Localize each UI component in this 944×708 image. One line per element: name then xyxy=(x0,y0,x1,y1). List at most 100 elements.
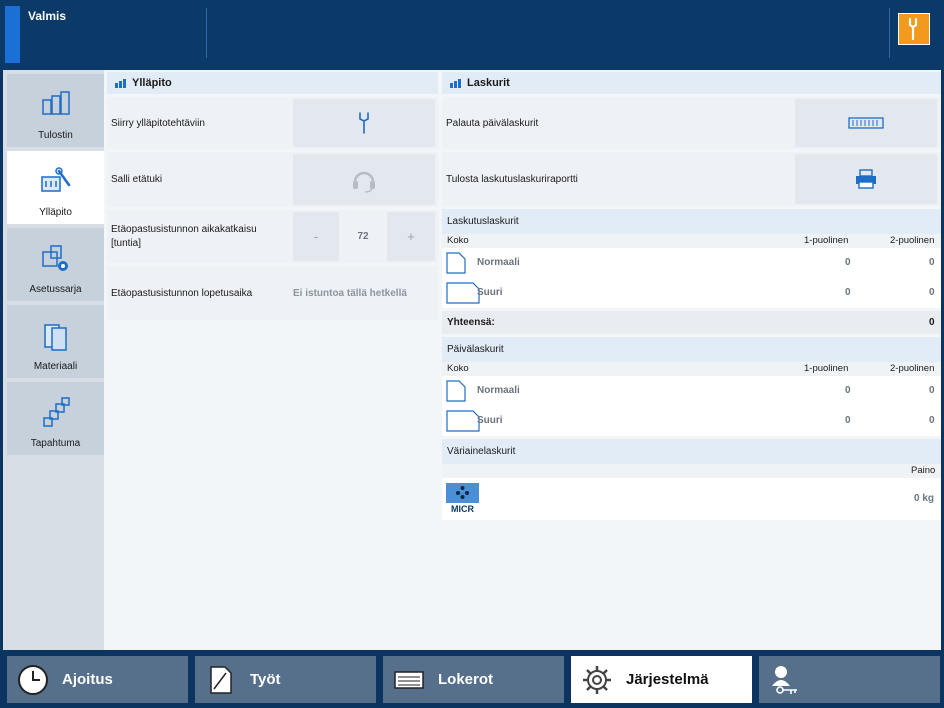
total-label: Yhteensä: xyxy=(447,317,495,328)
timeout-row: Etäopastusistunnon aikakatkaisu [tuntia]… xyxy=(107,210,438,263)
table-row: Normaali 0 0 xyxy=(442,376,941,406)
table-row: Suuri 0 0 xyxy=(442,406,941,436)
duplex-value: 0 xyxy=(929,385,935,396)
reset-daily-button[interactable] xyxy=(795,99,937,147)
remote-support-row: Salli etätuki xyxy=(107,152,438,207)
nav-label: Ylläpito xyxy=(39,207,72,218)
col-duplex: 2-puolinen xyxy=(890,235,935,246)
left-nav: Tulostin Ylläpito Asetussarja Materiaali… xyxy=(3,70,104,650)
gear-icon xyxy=(580,663,614,697)
size-name: Suuri xyxy=(477,415,503,426)
reset-daily-label: Palauta päivälaskurit xyxy=(446,117,539,129)
tab-label: Järjestelmä xyxy=(626,671,709,688)
panel-title: Laskurit xyxy=(467,77,510,89)
status-text: Valmis xyxy=(28,9,67,23)
goto-maintenance-label: Siirry ylläpitotehtäviin xyxy=(111,117,205,129)
simplex-value: 0 xyxy=(845,385,851,396)
main-area: Tulostin Ylläpito Asetussarja Materiaali… xyxy=(3,70,941,650)
total-value: 0 xyxy=(929,317,935,328)
col-size: Koko xyxy=(447,363,469,374)
panel-title: Ylläpito xyxy=(132,77,172,89)
end-time-label: Etäopastusistunnon lopetusaika xyxy=(111,287,253,299)
page-landscape-icon xyxy=(446,282,480,304)
panel-header: Laskurit xyxy=(442,72,941,94)
tab-user[interactable] xyxy=(759,656,940,703)
toner-weight-value: 0 kg xyxy=(914,493,935,504)
total-row: Yhteensä: 0 xyxy=(442,311,941,334)
nav-item-tapahtuma[interactable]: Tapahtuma xyxy=(7,382,104,455)
toner-table-header: Paino xyxy=(442,464,941,478)
tab-tyot[interactable]: Työt xyxy=(195,656,376,703)
micr-label: MICR xyxy=(446,503,479,515)
size-name: Suuri xyxy=(477,287,503,298)
timeout-label: Etäopastusistunnon aikakatkaisu [tuntia] xyxy=(111,223,257,249)
events-icon xyxy=(42,397,70,427)
nav-label: Asetussarja xyxy=(29,284,82,295)
billing-counters-header: Laskutuslaskurit xyxy=(442,209,941,234)
counters-panel: Laskurit Palauta päivälaskurit Tulosta l… xyxy=(442,72,941,520)
timeout-value-field[interactable]: 72 xyxy=(340,212,386,261)
bars-icon xyxy=(450,78,462,88)
nav-item-tulostin[interactable]: Tulostin xyxy=(7,74,104,147)
remote-support-button[interactable] xyxy=(293,154,435,205)
goto-maintenance-button[interactable] xyxy=(293,99,435,147)
increment-button[interactable]: + xyxy=(387,212,435,261)
col-simplex: 1-puolinen xyxy=(804,363,849,374)
simplex-value: 0 xyxy=(845,257,851,268)
tab-lokerot[interactable]: Lokerot xyxy=(383,656,564,703)
divider xyxy=(206,8,207,58)
print-report-button[interactable] xyxy=(795,154,937,204)
printer-system-icon xyxy=(41,91,70,115)
goto-maintenance-row: Siirry ylläpitotehtäviin xyxy=(107,97,438,149)
nav-item-yllapito[interactable]: Ylläpito xyxy=(7,151,104,224)
headset-icon xyxy=(353,171,375,193)
end-time-value: Ei istuntoa tällä hetkellä xyxy=(293,287,407,299)
daily-counters-header: Päivälaskurit xyxy=(442,337,941,362)
col-weight: Paino xyxy=(911,465,936,476)
trays-icon xyxy=(392,663,426,697)
table-row: MICR 0 kg xyxy=(442,478,941,520)
maintenance-panel: Ylläpito Siirry ylläpitotehtäviin Salli … xyxy=(107,72,438,320)
nav-item-asetussarja[interactable]: Asetussarja xyxy=(7,228,104,301)
billing-table-header: Koko 1-puolinen 2-puolinen xyxy=(442,234,941,248)
tab-label: Työt xyxy=(250,671,281,688)
page-landscape-icon xyxy=(446,410,480,432)
page-portrait-icon xyxy=(446,252,466,274)
wrench-icon xyxy=(359,112,369,134)
toner-dots-icon xyxy=(456,486,469,499)
page-portrait-icon xyxy=(446,380,466,402)
preset-settings-icon xyxy=(41,245,68,271)
end-time-row: Etäopastusistunnon lopetusaika Ei istunt… xyxy=(107,266,438,320)
col-simplex: 1-puolinen xyxy=(804,235,849,246)
status-indicator xyxy=(5,6,20,63)
maintenance-alert-button[interactable] xyxy=(898,13,930,45)
tab-label: Ajoitus xyxy=(62,671,113,688)
table-row: Suuri 0 0 xyxy=(442,278,941,308)
divider xyxy=(889,8,890,58)
remote-support-label: Salli etätuki xyxy=(111,174,163,185)
jobs-icon xyxy=(204,663,238,697)
status-bar: Valmis xyxy=(0,0,944,70)
counter-reset-icon xyxy=(848,117,884,129)
size-name: Normaali xyxy=(477,257,520,268)
tab-jarjestelma[interactable]: Järjestelmä xyxy=(571,656,752,703)
print-icon xyxy=(856,169,876,189)
daily-table-header: Koko 1-puolinen 2-puolinen xyxy=(442,362,941,376)
user-key-icon xyxy=(768,663,802,697)
simplex-value: 0 xyxy=(845,415,851,426)
bars-icon xyxy=(115,78,127,88)
toner-counters-header: Väriainelaskurit xyxy=(442,439,941,464)
tab-ajoitus[interactable]: Ajoitus xyxy=(7,656,188,703)
size-name: Normaali xyxy=(477,385,520,396)
simplex-value: 0 xyxy=(845,287,851,298)
tab-label: Lokerot xyxy=(438,671,494,688)
nav-label: Tapahtuma xyxy=(30,438,81,449)
print-report-label: Tulosta laskutuslaskuriraportti xyxy=(446,173,578,185)
duplex-value: 0 xyxy=(929,287,935,298)
decrement-button[interactable]: - xyxy=(293,212,339,261)
duplex-value: 0 xyxy=(929,415,935,426)
panel-header: Ylläpito xyxy=(107,72,438,94)
wrench-icon xyxy=(908,17,918,41)
nav-item-materiaali[interactable]: Materiaali xyxy=(7,305,104,378)
col-size: Koko xyxy=(447,235,469,246)
